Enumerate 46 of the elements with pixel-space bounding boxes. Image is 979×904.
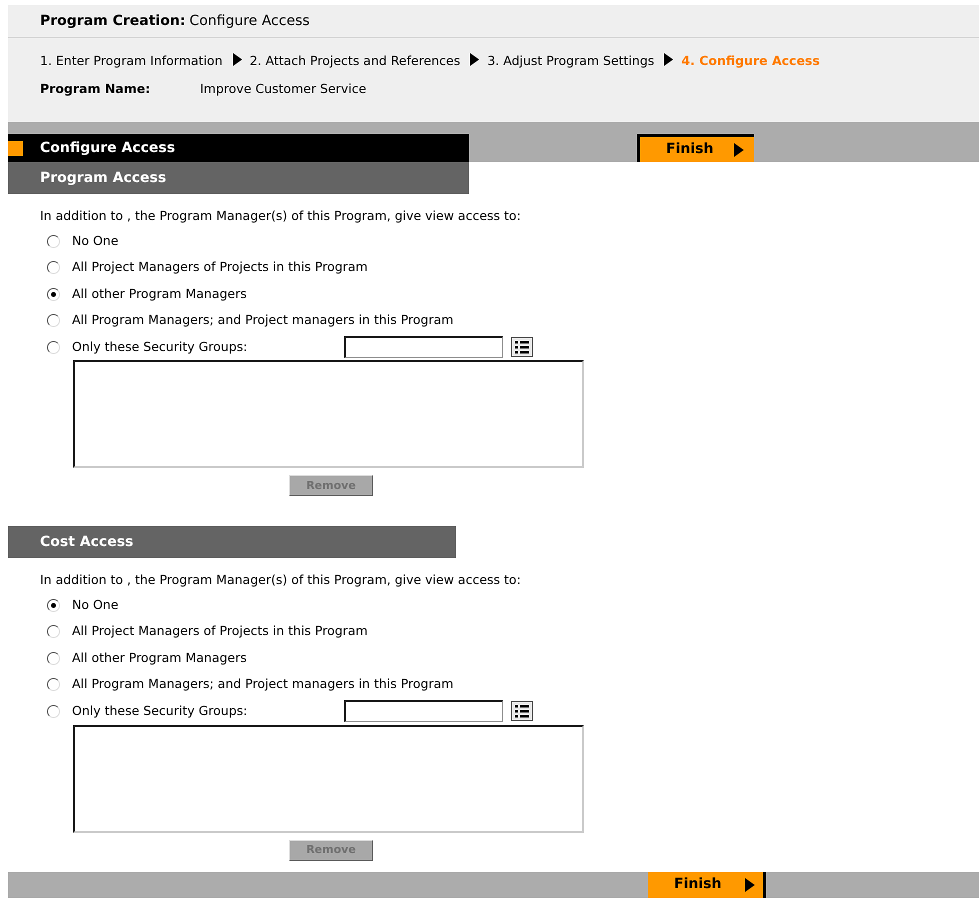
radio-button[interactable]	[47, 598, 60, 612]
list-icon[interactable]	[511, 701, 533, 722]
input-field[interactable]	[344, 700, 503, 722]
arrow-icon	[664, 53, 674, 66]
arrow-icon	[745, 878, 755, 892]
radio-button[interactable]	[47, 652, 60, 665]
option-label: No One	[72, 232, 118, 250]
radio-button[interactable]	[47, 314, 60, 327]
arrow-icon	[232, 53, 242, 66]
option-label: All other Program Managers	[72, 648, 247, 667]
option-label: All other Program Managers	[72, 284, 247, 303]
step-link[interactable]: 2. Attach Projects and References	[250, 53, 460, 68]
square-icon	[8, 140, 23, 156]
option-label: Only these Security Groups:	[72, 702, 248, 720]
section-header: Program Access	[8, 162, 469, 194]
intro-text: In addition to , the Program Manager(s) of this Program, give view access to:	[40, 571, 522, 590]
finish-button[interactable]: Finish	[637, 134, 754, 162]
list-box[interactable]	[73, 360, 584, 468]
section-header: Cost Access	[8, 526, 456, 558]
list-icon[interactable]	[511, 337, 533, 357]
option-label: Only these Security Groups:	[72, 338, 248, 356]
radio-button[interactable]	[47, 234, 60, 248]
field-label: Program Name:	[40, 80, 152, 98]
input-field[interactable]	[344, 336, 503, 358]
radio-button[interactable]	[47, 261, 60, 274]
radio-button[interactable]	[47, 625, 60, 638]
radio-button[interactable]	[47, 704, 60, 718]
program-name: Improve Customer Service	[200, 81, 366, 96]
option-label: All Project Managers of Projects in this Program	[72, 258, 368, 276]
radio-button[interactable]	[47, 678, 60, 692]
section-title: Configure Access	[40, 138, 176, 158]
option-label: All Program Managers; and Project managers in this Program	[72, 675, 454, 694]
step-link[interactable]: 3. Adjust Program Settings	[487, 53, 654, 68]
title-label: Program Creation:	[40, 13, 186, 29]
page-title: Configure Access	[189, 13, 310, 29]
radio-button[interactable]	[47, 340, 60, 354]
option-label: No One	[72, 596, 118, 614]
option-label: All Program Managers; and Project managers in this Program	[72, 311, 454, 330]
arrow-icon	[734, 142, 744, 156]
arrow-icon	[470, 53, 480, 66]
list-box[interactable]	[73, 724, 584, 832]
option-label: All Project Managers of Projects in this Program	[72, 622, 368, 640]
step-link[interactable]: 1. Enter Program Information	[40, 53, 222, 68]
finish-button[interactable]: Finish	[648, 872, 766, 898]
radio-button[interactable]	[47, 288, 60, 300]
intro-text: In addition to , the Program Manager(s) of this Program, give view access to:	[40, 207, 522, 225]
